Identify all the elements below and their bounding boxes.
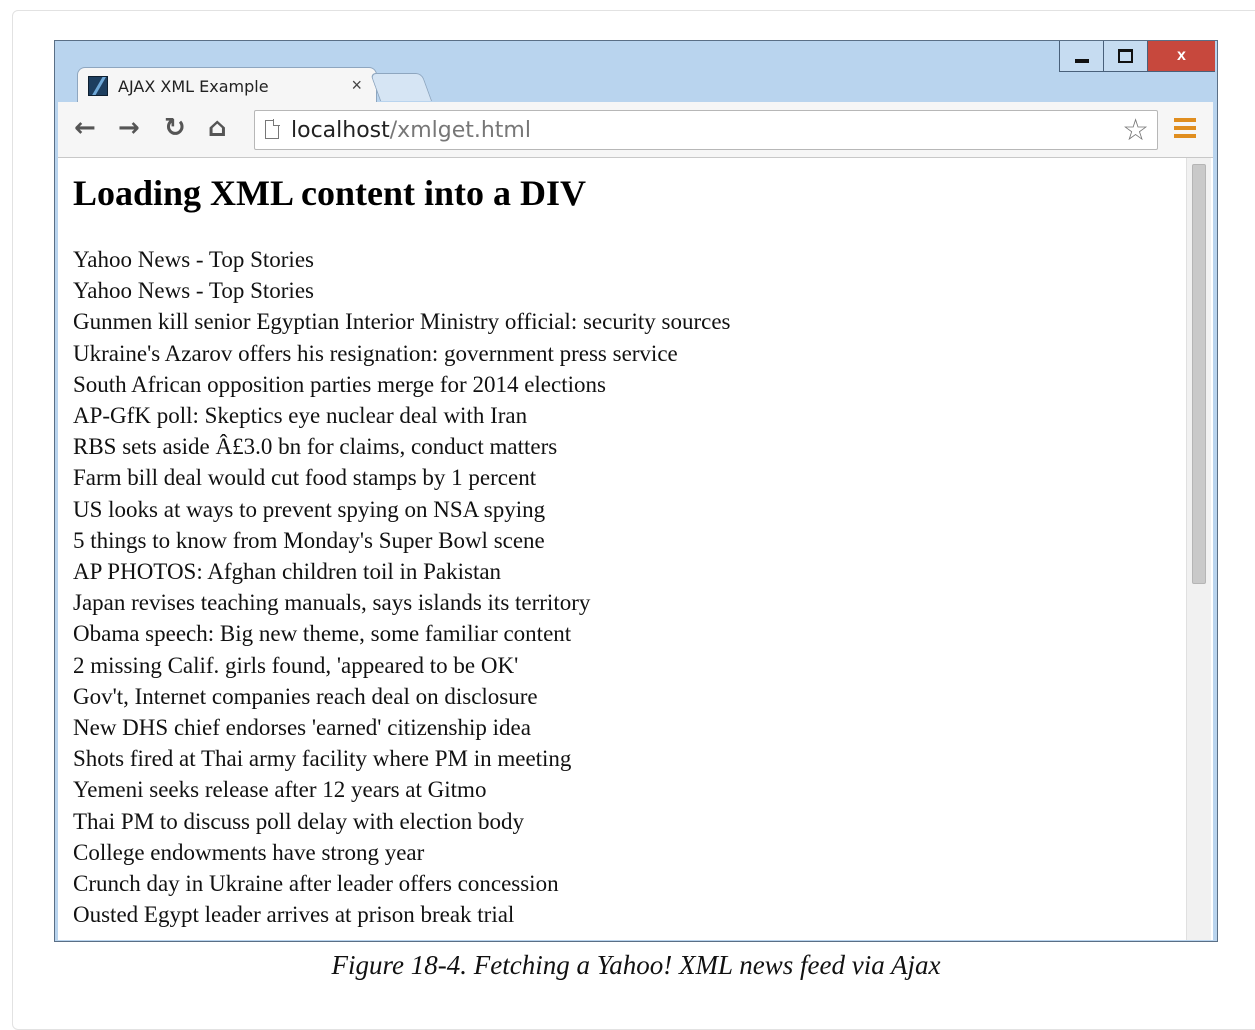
headline-item: Ousted Egypt leader arrives at prison br… <box>73 902 515 928</box>
url-host: localhost <box>291 118 390 143</box>
headline-item: New DHS chief endorses 'earned' citizens… <box>73 715 531 741</box>
tab-ajax-xml-example[interactable]: AJAX XML Example × <box>77 67 377 103</box>
page-icon <box>265 119 280 139</box>
minimize-button[interactable] <box>1059 41 1103 72</box>
headline-item: Shots fired at Thai army facility where … <box>73 746 572 772</box>
menu-icon[interactable] <box>1174 118 1196 142</box>
headline-item: South African opposition parties merge f… <box>73 371 606 397</box>
headline-item: Crunch day in Ukraine after leader offer… <box>73 871 559 897</box>
browser-toolbar: ← → ↻ ⌂ localhost/xmlget.html ☆ <box>58 102 1213 158</box>
close-icon: x <box>1177 47 1186 64</box>
headline-item: College endowments have strong year <box>73 839 425 865</box>
url-text: localhost/xmlget.html <box>291 118 531 143</box>
headline-item: Yahoo News - Top Stories <box>73 278 314 304</box>
favicon-icon <box>88 76 108 96</box>
headline-item: RBS sets aside Â£3.0 bn for claims, cond… <box>73 434 558 460</box>
page-title: Loading XML content into a DIV <box>73 173 587 213</box>
headline-item: Yemeni seeks release after 12 years at G… <box>73 777 487 803</box>
headline-item: Obama speech: Big new theme, some famili… <box>73 621 572 647</box>
close-window-button[interactable]: x <box>1147 41 1215 72</box>
new-tab-button[interactable] <box>369 73 433 101</box>
headline-item: AP-GfK poll: Skeptics eye nuclear deal w… <box>73 403 528 429</box>
headline-item: Gov't, Internet companies reach deal on … <box>73 683 538 709</box>
headline-list: Yahoo News - Top Stories Yahoo News - Top… <box>73 244 731 930</box>
headline-item: Thai PM to discuss poll delay with elect… <box>73 808 525 834</box>
tab-title: AJAX XML Example <box>118 77 269 96</box>
back-arrow-icon[interactable]: ← <box>74 112 96 144</box>
headline-item: Japan revises teaching manuals, says isl… <box>73 590 591 616</box>
figure-caption: Figure 18-4. Fetching a Yahoo! XML news … <box>331 950 941 980</box>
headline-item: Farm bill deal would cut food stamps by … <box>73 465 537 491</box>
headline-item: Gunmen kill senior Egyptian Interior Min… <box>73 309 731 335</box>
page-viewport: Loading XML content into a DIV Yahoo New… <box>58 158 1213 940</box>
maximize-button[interactable] <box>1103 41 1147 72</box>
scrollbar-thumb[interactable] <box>1192 164 1206 584</box>
headline-item: US looks at ways to prevent spying on NS… <box>73 496 546 522</box>
forward-arrow-icon[interactable]: → <box>118 112 140 144</box>
vertical-scrollbar[interactable] <box>1186 158 1211 940</box>
home-icon[interactable]: ⌂ <box>208 112 227 144</box>
headline-item: Ukraine's Azarov offers his resignation:… <box>73 340 678 366</box>
headline-item: AP PHOTOS: Afghan children toil in Pakis… <box>73 559 502 585</box>
tab-close-icon[interactable]: × <box>351 75 362 96</box>
maximize-icon <box>1118 49 1133 63</box>
minimize-icon <box>1074 59 1089 63</box>
headline-item: 2 missing Calif. girls found, 'appeared … <box>73 652 519 678</box>
headline-item: 5 things to know from Monday's Super Bow… <box>73 527 545 553</box>
window-controls: x <box>1059 41 1215 72</box>
headline-item: Yahoo News - Top Stories <box>73 247 314 272</box>
reload-icon[interactable]: ↻ <box>164 112 186 144</box>
browser-window: x AJAX XML Example × ← → ↻ ⌂ localhost/x… <box>54 40 1218 942</box>
bookmark-star-icon[interactable]: ☆ <box>1122 113 1149 148</box>
url-path: /xmlget.html <box>389 118 531 143</box>
address-bar[interactable]: localhost/xmlget.html ☆ <box>254 110 1158 150</box>
